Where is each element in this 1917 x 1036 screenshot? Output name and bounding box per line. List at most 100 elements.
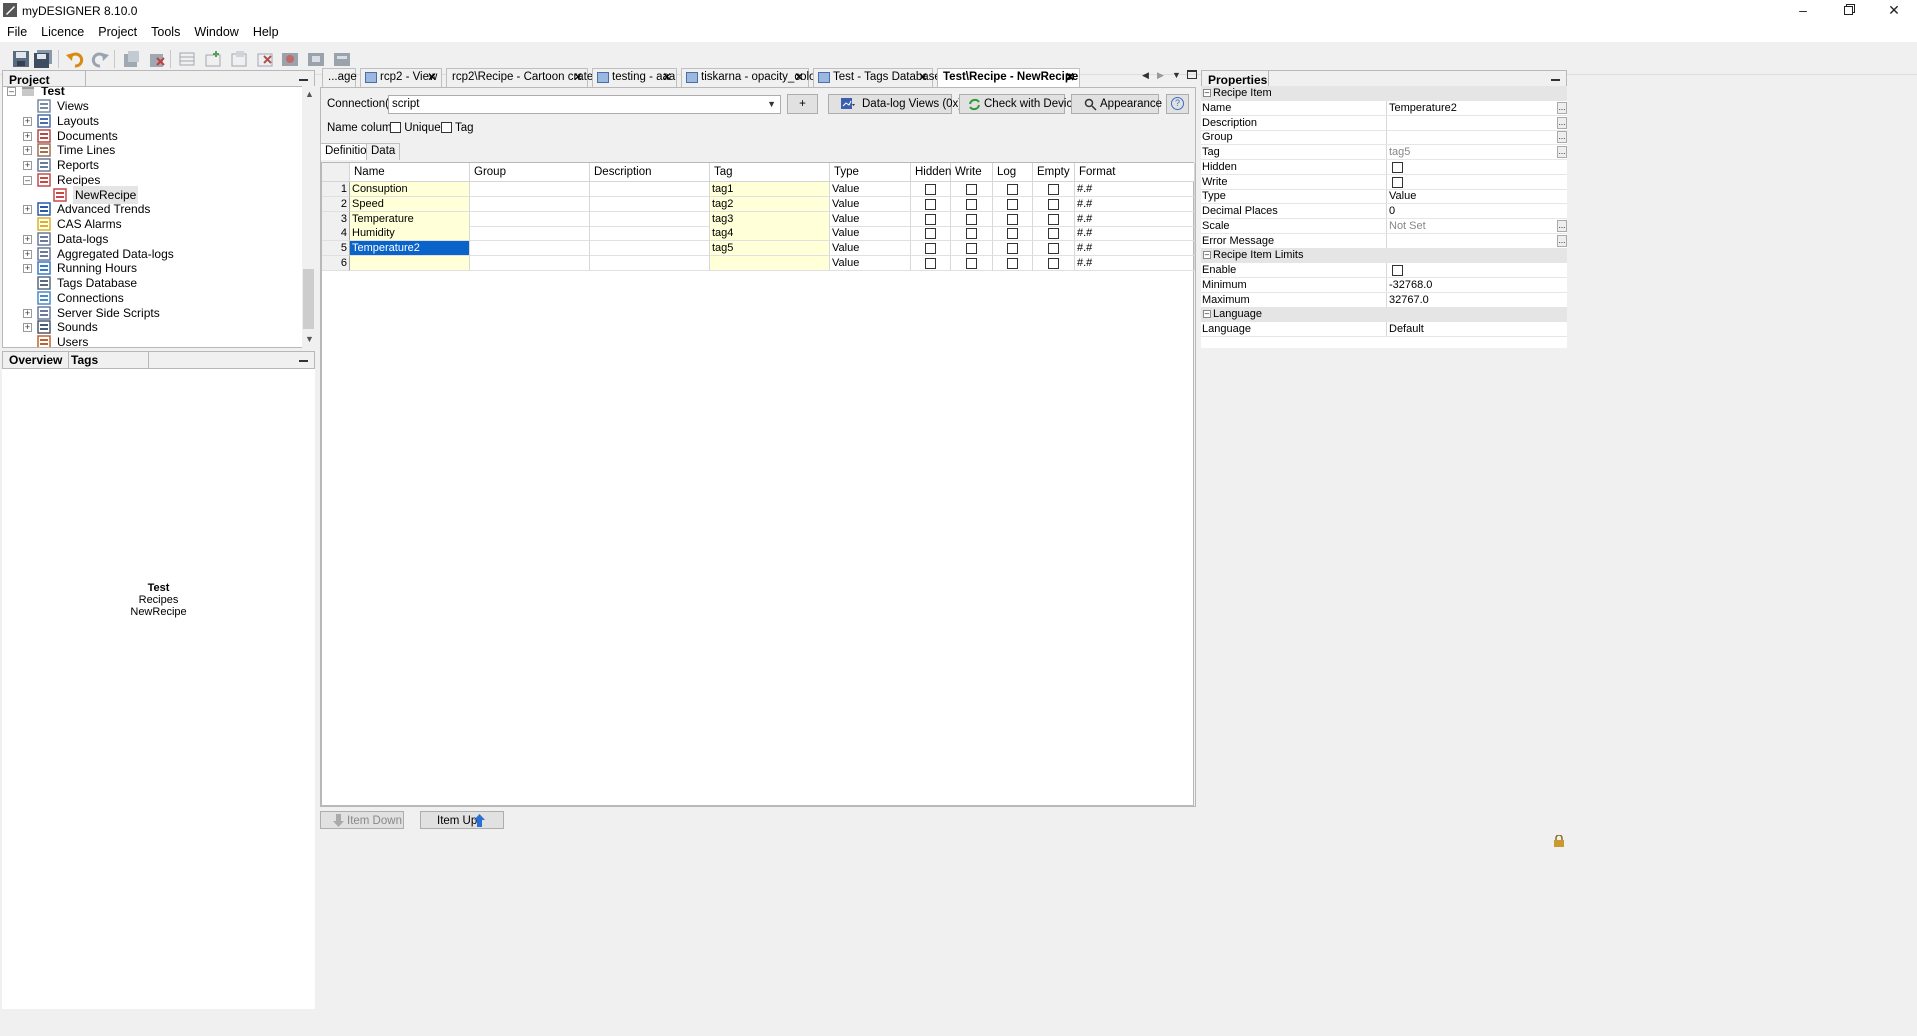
ellipsis-button[interactable]: ... <box>1557 116 1567 129</box>
cell-rn[interactable]: 1 <box>322 182 350 197</box>
export-icon[interactable] <box>304 48 327 70</box>
add-object-icon[interactable] <box>119 48 142 70</box>
cell-empty-checkbox[interactable] <box>1033 226 1075 242</box>
checkbox[interactable] <box>965 258 977 269</box>
column-header-name[interactable]: Name <box>350 163 470 182</box>
insert-row-icon[interactable] <box>201 48 224 70</box>
checkbox[interactable] <box>1006 228 1018 240</box>
expand-icon[interactable]: + <box>23 264 32 274</box>
cell-type[interactable]: Value <box>830 256 911 271</box>
tabs-dropdown-icon[interactable]: ▼ <box>1172 70 1181 80</box>
property-value[interactable] <box>1386 233 1556 248</box>
checkbox[interactable] <box>1047 213 1059 225</box>
cell-group[interactable] <box>470 241 590 257</box>
checkbox[interactable] <box>1047 243 1059 255</box>
doc-tab-0[interactable]: ...age <box>322 68 357 87</box>
property-section[interactable]: – Recipe Item <box>1201 86 1567 101</box>
ellipsis-button[interactable]: ... <box>1557 146 1567 158</box>
table-icon[interactable] <box>175 48 198 70</box>
cell-group[interactable] <box>470 226 590 242</box>
expand-icon[interactable]: – <box>23 175 32 185</box>
menu-licence[interactable]: Licence <box>34 22 91 42</box>
expand-icon[interactable]: + <box>23 131 32 141</box>
cell-rn[interactable]: 2 <box>322 196 350 212</box>
tag-checkbox[interactable]: Tag <box>441 122 474 134</box>
cell-desc[interactable] <box>590 241 710 257</box>
property-value[interactable]: 0 <box>1386 204 1556 218</box>
checkbox[interactable] <box>924 198 936 210</box>
cell-rn[interactable]: 4 <box>322 226 350 242</box>
check-with-device-button[interactable]: Check with Device <box>959 94 1079 114</box>
minimize-overview-icon[interactable] <box>299 360 308 362</box>
cell-tag[interactable]: tag3 <box>710 211 830 227</box>
checkbox[interactable] <box>1047 258 1059 269</box>
redo-icon[interactable] <box>88 48 111 70</box>
cell-group[interactable] <box>470 196 590 212</box>
cell-log-checkbox[interactable] <box>993 182 1033 197</box>
checkbox[interactable] <box>924 184 936 195</box>
column-header-write[interactable]: Write <box>951 163 993 182</box>
expand-icon[interactable]: + <box>23 308 32 318</box>
column-header-tag[interactable]: Tag <box>710 163 830 182</box>
help-button[interactable]: ? <box>1166 94 1189 114</box>
cell-empty-checkbox[interactable] <box>1033 241 1075 257</box>
checkbox[interactable] <box>1047 198 1059 210</box>
column-header-log[interactable]: Log <box>993 163 1033 182</box>
cell-desc[interactable] <box>590 256 710 271</box>
checkbox[interactable] <box>924 258 936 269</box>
checkbox[interactable] <box>1006 184 1018 195</box>
cell-name[interactable]: Consuption <box>350 182 470 197</box>
property-value[interactable]: 32767.0 <box>1386 292 1556 307</box>
appearance-button[interactable]: Appearance <box>1071 94 1162 114</box>
cell-type[interactable]: Value <box>830 241 911 257</box>
close-tab-icon[interactable]: ✕ <box>662 69 672 86</box>
tabs-scroll-left-icon[interactable]: ◀ <box>1142 70 1149 81</box>
item-down-button[interactable]: Item Down <box>320 811 404 829</box>
cell-group[interactable] <box>470 182 590 197</box>
close-tab-icon[interactable]: ✕ <box>918 69 928 86</box>
ellipsis-button[interactable]: ... <box>1557 131 1567 144</box>
checkbox[interactable] <box>924 213 936 225</box>
cell-empty-checkbox[interactable] <box>1033 211 1075 227</box>
expand-icon[interactable]: + <box>23 161 32 170</box>
checkbox[interactable] <box>924 243 936 255</box>
cell-desc[interactable] <box>590 226 710 242</box>
restore-button[interactable] <box>1826 0 1872 20</box>
cell-format[interactable]: #.# <box>1075 182 1195 197</box>
checkbox[interactable] <box>965 243 977 255</box>
cell-desc[interactable] <box>590 211 710 227</box>
cell-write-checkbox[interactable] <box>951 182 993 197</box>
cell-desc[interactable] <box>590 196 710 212</box>
checkbox[interactable] <box>924 228 936 240</box>
cell-log-checkbox[interactable] <box>993 196 1033 212</box>
cell-tag[interactable]: tag1 <box>710 182 830 197</box>
tab-tags-window[interactable]: Tags Window <box>65 352 149 383</box>
cell-write-checkbox[interactable] <box>951 226 993 242</box>
project-tree-scrollbar[interactable]: ▲ ▼ <box>302 86 315 348</box>
cell-write-checkbox[interactable] <box>951 196 993 212</box>
cell-empty-checkbox[interactable] <box>1033 196 1075 212</box>
cell-rn[interactable]: 5 <box>322 241 350 257</box>
property-section[interactable]: – Language <box>1201 307 1567 323</box>
cell-name[interactable] <box>350 256 470 271</box>
cell-log-checkbox[interactable] <box>993 226 1033 242</box>
collapse-icon[interactable]: – <box>1203 89 1211 97</box>
cell-format[interactable]: #.# <box>1075 226 1195 242</box>
cell-format[interactable]: #.# <box>1075 196 1195 212</box>
tab-data[interactable]: Data <box>366 143 401 160</box>
cell-type[interactable]: Value <box>830 196 911 212</box>
cell-tag[interactable] <box>710 256 830 271</box>
add-connection-button[interactable]: + <box>787 94 818 114</box>
menu-project[interactable]: Project <box>91 22 144 42</box>
cell-tag[interactable]: tag5 <box>710 241 830 257</box>
checkbox[interactable] <box>1006 198 1018 210</box>
ellipsis-button[interactable]: ... <box>1557 219 1567 232</box>
cell-hidden-checkbox[interactable] <box>911 226 951 242</box>
property-value[interactable] <box>1386 115 1556 130</box>
tabs-scroll-right-icon[interactable]: ▶ <box>1157 70 1164 81</box>
cell-write-checkbox[interactable] <box>951 256 993 271</box>
property-section[interactable]: – Recipe Item Limits <box>1201 248 1567 264</box>
datalog-views-button[interactable]: Data-log Views (0x) <box>828 94 962 114</box>
checkbox[interactable] <box>1006 213 1018 225</box>
column-header-format[interactable]: Format <box>1075 163 1195 182</box>
